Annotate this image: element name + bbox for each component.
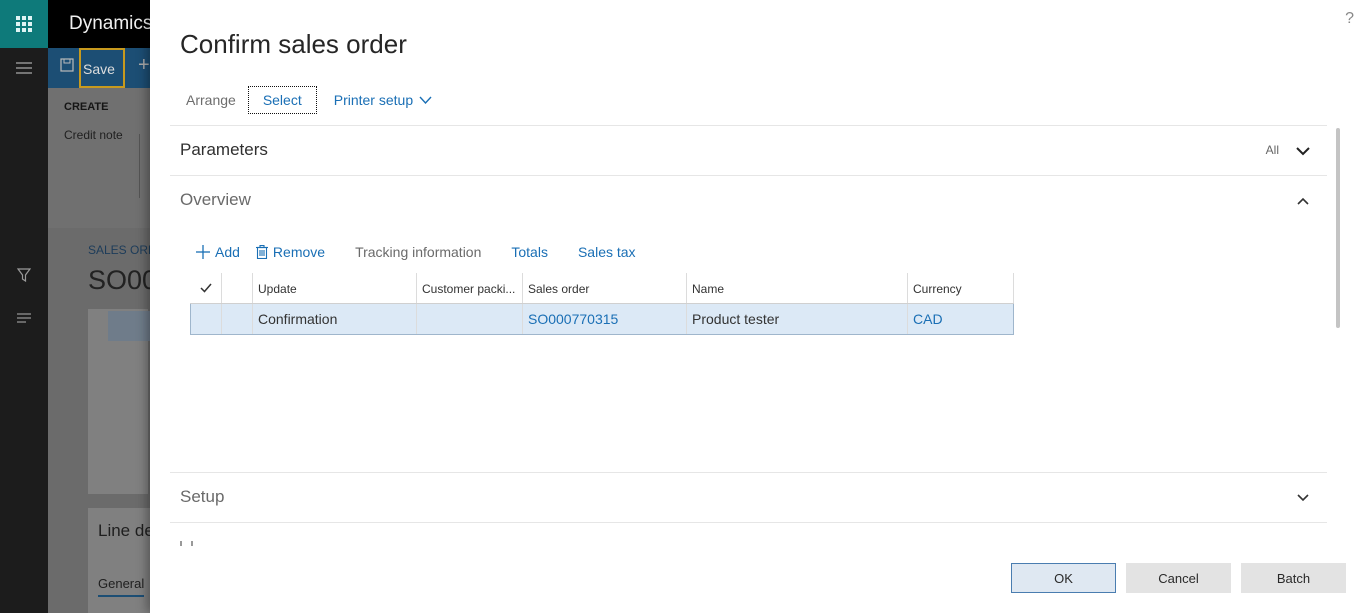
line-details-title: Line de: [98, 521, 154, 540]
new-button[interactable]: +: [138, 54, 150, 77]
cell-sales-order-link[interactable]: SO000770315: [522, 303, 687, 335]
save-button[interactable]: Save: [79, 48, 125, 88]
overview-toolbar: Add Remove Tracking information Totals S…: [196, 242, 652, 262]
chevron-down-icon: [419, 96, 432, 104]
add-label: Add: [215, 244, 240, 260]
column-header-sales-order[interactable]: Sales order: [522, 273, 687, 304]
cancel-button[interactable]: Cancel: [1126, 563, 1231, 593]
column-header-customer-packing[interactable]: Customer packi...: [416, 273, 523, 304]
credit-note-button[interactable]: Credit note: [64, 128, 123, 142]
save-icon: [60, 58, 74, 77]
column-header-name[interactable]: Name: [686, 273, 908, 304]
dialog-toolbar: Arrange Select Printer setup: [186, 85, 432, 114]
fasttab-overview-title: Overview: [180, 190, 251, 209]
select-all-checkbox[interactable]: [190, 273, 222, 304]
overview-grid: Update Customer packi... Sales order Nam…: [190, 273, 1014, 335]
row-select-cell[interactable]: [190, 303, 222, 335]
grid-marker-column: [221, 273, 253, 304]
fasttab-parameters-title: Parameters: [180, 140, 268, 159]
fasttab-setup[interactable]: Setup: [170, 472, 1327, 522]
table-row[interactable]: Confirmation SO000770315 Product tester …: [190, 303, 1014, 335]
chevron-down-icon[interactable]: [1295, 143, 1311, 159]
printer-setup-label: Printer setup: [333, 91, 414, 108]
ribbon-divider: [139, 134, 140, 198]
trash-icon: [255, 245, 268, 259]
remove-label: Remove: [272, 244, 326, 260]
dialog-title: Confirm sales order: [180, 29, 407, 59]
arrange-button[interactable]: Arrange: [186, 92, 236, 108]
fasttab-parameters-summary: All: [1265, 143, 1279, 157]
ok-button[interactable]: OK: [1011, 563, 1116, 593]
remove-button[interactable]: Remove: [255, 244, 326, 260]
batch-button[interactable]: Batch: [1241, 563, 1346, 593]
sales-tax-button[interactable]: Sales tax: [578, 244, 636, 260]
filter-icon: [17, 268, 31, 282]
column-header-update[interactable]: Update: [252, 273, 417, 304]
ribbon-group-label: CREATE: [64, 101, 109, 113]
grid-header-row: Update Customer packi... Sales order Nam…: [190, 273, 1014, 304]
clipped-fasttab-title: [180, 541, 193, 546]
cell-name[interactable]: Product tester: [686, 303, 908, 335]
waffle-icon: [16, 16, 32, 32]
chevron-down-icon[interactable]: [1295, 490, 1311, 506]
tracking-information-button[interactable]: Tracking information: [355, 244, 481, 260]
plus-icon: [196, 245, 210, 259]
fasttab-overview[interactable]: Overview: [170, 175, 1327, 225]
page-caption: SALES ORD: [88, 243, 157, 257]
fasttab-parameters[interactable]: Parameters All: [170, 125, 1327, 175]
column-header-currency[interactable]: Currency: [907, 273, 1014, 304]
select-button[interactable]: Select: [247, 85, 317, 114]
help-button[interactable]: ?: [1345, 10, 1354, 28]
cell-customer-packing[interactable]: [416, 303, 523, 335]
dialog-scrollbar[interactable]: [1336, 128, 1340, 328]
add-button[interactable]: Add: [196, 244, 240, 260]
hamburger-menu-button[interactable]: [14, 58, 34, 78]
app-title: Dynamics: [69, 13, 153, 34]
chevron-up-icon[interactable]: [1295, 193, 1311, 209]
totals-button[interactable]: Totals: [511, 244, 548, 260]
list-button[interactable]: [14, 309, 34, 329]
cell-update[interactable]: Confirmation: [252, 303, 417, 335]
fasttab-clipped[interactable]: [170, 522, 1327, 546]
app-launcher-button[interactable]: [0, 0, 48, 48]
printer-setup-button[interactable]: Printer setup: [334, 92, 432, 108]
fasttab-setup-title: Setup: [180, 487, 225, 506]
list-icon: [17, 313, 31, 323]
page-title: SO00: [88, 265, 158, 295]
checkmark-icon: [200, 283, 212, 293]
cell-currency-link[interactable]: CAD: [907, 303, 1014, 335]
nav-rail: [0, 0, 48, 613]
hamburger-icon: [16, 62, 32, 74]
filter-button[interactable]: [14, 265, 34, 285]
confirm-sales-order-dialog: ? Confirm sales order Arrange Select Pri…: [150, 0, 1366, 613]
row-marker-cell[interactable]: [221, 303, 253, 335]
tab-general[interactable]: General: [98, 576, 145, 597]
